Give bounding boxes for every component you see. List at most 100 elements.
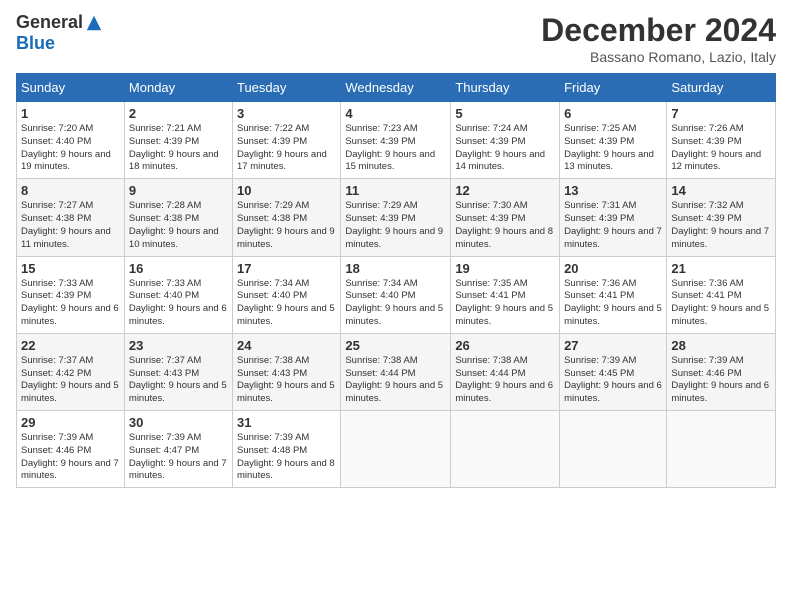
table-row: 21 Sunrise: 7:36 AMSunset: 4:41 PMDayligh… xyxy=(667,256,776,333)
table-row: 8 Sunrise: 7:27 AMSunset: 4:38 PMDaylight… xyxy=(17,179,125,256)
table-row: 12Sunrise: 7:30 AMSunset: 4:39 PMDayligh… xyxy=(451,179,560,256)
table-row: 26 Sunrise: 7:38 AMSunset: 4:44 PMDayligh… xyxy=(451,333,560,410)
title-section: December 2024 Bassano Romano, Lazio, Ita… xyxy=(541,12,776,65)
calendar-table: Sunday Monday Tuesday Wednesday Thursday… xyxy=(16,73,776,488)
table-row: 17 Sunrise: 7:34 AMSunset: 4:40 PMDayligh… xyxy=(232,256,340,333)
day-info: Sunrise: 7:39 AMSunset: 4:46 PMDaylight:… xyxy=(671,355,771,406)
day-info: Sunrise: 7:26 AMSunset: 4:39 PMDaylight:… xyxy=(671,123,771,174)
table-row: 22Sunrise: 7:37 AMSunset: 4:42 PMDayligh… xyxy=(17,333,125,410)
day-number: 19 xyxy=(455,261,555,276)
table-row: 31 Sunrise: 7:39 AMSunset: 4:48 PMDayligh… xyxy=(232,411,340,488)
table-row: 24 Sunrise: 7:38 AMSunset: 4:43 PMDayligh… xyxy=(232,333,340,410)
day-info: Sunrise: 7:39 AMSunset: 4:45 PMDaylight:… xyxy=(564,355,662,406)
day-info: Sunrise: 7:38 AMSunset: 4:44 PMDaylight:… xyxy=(455,355,555,406)
col-saturday: Saturday xyxy=(667,74,776,102)
day-info: Sunrise: 7:38 AMSunset: 4:44 PMDaylight:… xyxy=(345,355,446,406)
table-row xyxy=(451,411,560,488)
day-info: Sunrise: 7:31 AMSunset: 4:39 PMDaylight:… xyxy=(564,200,662,251)
col-monday: Monday xyxy=(124,74,232,102)
table-row: 25Sunrise: 7:38 AMSunset: 4:44 PMDayligh… xyxy=(341,333,451,410)
calendar-week-row: 15 Sunrise: 7:33 AMSunset: 4:39 PMDayligh… xyxy=(17,256,776,333)
table-row: 15 Sunrise: 7:33 AMSunset: 4:39 PMDayligh… xyxy=(17,256,125,333)
day-info: Sunrise: 7:22 AMSunset: 4:39 PMDaylight:… xyxy=(237,123,336,174)
day-number: 1 xyxy=(21,106,120,121)
day-number: 3 xyxy=(237,106,336,121)
table-row xyxy=(560,411,667,488)
day-info: Sunrise: 7:36 AMSunset: 4:41 PMDaylight:… xyxy=(671,278,771,329)
table-row: 1 Sunrise: 7:20 AMSunset: 4:40 PMDaylight… xyxy=(17,102,125,179)
day-number: 23 xyxy=(129,338,228,353)
day-number: 2 xyxy=(129,106,228,121)
table-row: 28 Sunrise: 7:39 AMSunset: 4:46 PMDayligh… xyxy=(667,333,776,410)
table-row xyxy=(667,411,776,488)
day-number: 14 xyxy=(671,183,771,198)
day-info: Sunrise: 7:39 AMSunset: 4:47 PMDaylight:… xyxy=(129,432,228,483)
day-number: 16 xyxy=(129,261,228,276)
day-number: 15 xyxy=(21,261,120,276)
page-header: General Blue December 2024 Bassano Roman… xyxy=(16,12,776,65)
day-info: Sunrise: 7:38 AMSunset: 4:43 PMDaylight:… xyxy=(237,355,336,406)
day-number: 26 xyxy=(455,338,555,353)
day-info: Sunrise: 7:39 AMSunset: 4:48 PMDaylight:… xyxy=(237,432,336,483)
day-number: 8 xyxy=(21,183,120,198)
day-number: 20 xyxy=(564,261,662,276)
day-number: 5 xyxy=(455,106,555,121)
table-row: 27 Sunrise: 7:39 AMSunset: 4:45 PMDayligh… xyxy=(560,333,667,410)
day-info: Sunrise: 7:20 AMSunset: 4:40 PMDaylight:… xyxy=(21,123,120,174)
calendar-week-row: 22Sunrise: 7:37 AMSunset: 4:42 PMDayligh… xyxy=(17,333,776,410)
day-number: 29 xyxy=(21,415,120,430)
location: Bassano Romano, Lazio, Italy xyxy=(541,49,776,65)
table-row xyxy=(341,411,451,488)
table-row: 16 Sunrise: 7:33 AMSunset: 4:40 PMDayligh… xyxy=(124,256,232,333)
table-row: 2 Sunrise: 7:21 AMSunset: 4:39 PMDaylight… xyxy=(124,102,232,179)
table-row: 11Sunrise: 7:29 AMSunset: 4:39 PMDayligh… xyxy=(341,179,451,256)
day-number: 27 xyxy=(564,338,662,353)
day-number: 21 xyxy=(671,261,771,276)
logo-icon xyxy=(85,14,103,32)
day-info: Sunrise: 7:33 AMSunset: 4:40 PMDaylight:… xyxy=(129,278,228,329)
day-number: 13 xyxy=(564,183,662,198)
day-info: Sunrise: 7:29 AMSunset: 4:38 PMDaylight:… xyxy=(237,200,336,251)
day-info: Sunrise: 7:24 AMSunset: 4:39 PMDaylight:… xyxy=(455,123,555,174)
day-number: 17 xyxy=(237,261,336,276)
day-info: Sunrise: 7:23 AMSunset: 4:39 PMDaylight:… xyxy=(345,123,446,174)
logo-general: General xyxy=(16,12,83,33)
day-number: 12 xyxy=(455,183,555,198)
day-info: Sunrise: 7:37 AMSunset: 4:43 PMDaylight:… xyxy=(129,355,228,406)
table-row: 20 Sunrise: 7:36 AMSunset: 4:41 PMDayligh… xyxy=(560,256,667,333)
day-number: 11 xyxy=(345,183,446,198)
table-row: 19 Sunrise: 7:35 AMSunset: 4:41 PMDayligh… xyxy=(451,256,560,333)
table-row: 29 Sunrise: 7:39 AMSunset: 4:46 PMDayligh… xyxy=(17,411,125,488)
day-info: Sunrise: 7:28 AMSunset: 4:38 PMDaylight:… xyxy=(129,200,228,251)
day-number: 31 xyxy=(237,415,336,430)
day-info: Sunrise: 7:34 AMSunset: 4:40 PMDaylight:… xyxy=(237,278,336,329)
table-row: 23 Sunrise: 7:37 AMSunset: 4:43 PMDayligh… xyxy=(124,333,232,410)
calendar-header-row: Sunday Monday Tuesday Wednesday Thursday… xyxy=(17,74,776,102)
day-number: 28 xyxy=(671,338,771,353)
table-row: 7 Sunrise: 7:26 AMSunset: 4:39 PMDaylight… xyxy=(667,102,776,179)
logo: General Blue xyxy=(16,12,103,54)
day-info: Sunrise: 7:21 AMSunset: 4:39 PMDaylight:… xyxy=(129,123,228,174)
table-row: 18Sunrise: 7:34 AMSunset: 4:40 PMDayligh… xyxy=(341,256,451,333)
col-wednesday: Wednesday xyxy=(341,74,451,102)
col-thursday: Thursday xyxy=(451,74,560,102)
day-number: 9 xyxy=(129,183,228,198)
calendar-week-row: 29 Sunrise: 7:39 AMSunset: 4:46 PMDayligh… xyxy=(17,411,776,488)
day-number: 7 xyxy=(671,106,771,121)
table-row: 30 Sunrise: 7:39 AMSunset: 4:47 PMDayligh… xyxy=(124,411,232,488)
day-info: Sunrise: 7:39 AMSunset: 4:46 PMDaylight:… xyxy=(21,432,120,483)
month-title: December 2024 xyxy=(541,12,776,49)
day-info: Sunrise: 7:35 AMSunset: 4:41 PMDaylight:… xyxy=(455,278,555,329)
day-info: Sunrise: 7:36 AMSunset: 4:41 PMDaylight:… xyxy=(564,278,662,329)
day-number: 24 xyxy=(237,338,336,353)
table-row: 14Sunrise: 7:32 AMSunset: 4:39 PMDayligh… xyxy=(667,179,776,256)
day-number: 6 xyxy=(564,106,662,121)
table-row: 9 Sunrise: 7:28 AMSunset: 4:38 PMDaylight… xyxy=(124,179,232,256)
col-tuesday: Tuesday xyxy=(232,74,340,102)
table-row: 6Sunrise: 7:25 AMSunset: 4:39 PMDaylight… xyxy=(560,102,667,179)
table-row: 3 Sunrise: 7:22 AMSunset: 4:39 PMDaylight… xyxy=(232,102,340,179)
day-number: 30 xyxy=(129,415,228,430)
day-info: Sunrise: 7:33 AMSunset: 4:39 PMDaylight:… xyxy=(21,278,120,329)
col-sunday: Sunday xyxy=(17,74,125,102)
day-info: Sunrise: 7:27 AMSunset: 4:38 PMDaylight:… xyxy=(21,200,120,251)
